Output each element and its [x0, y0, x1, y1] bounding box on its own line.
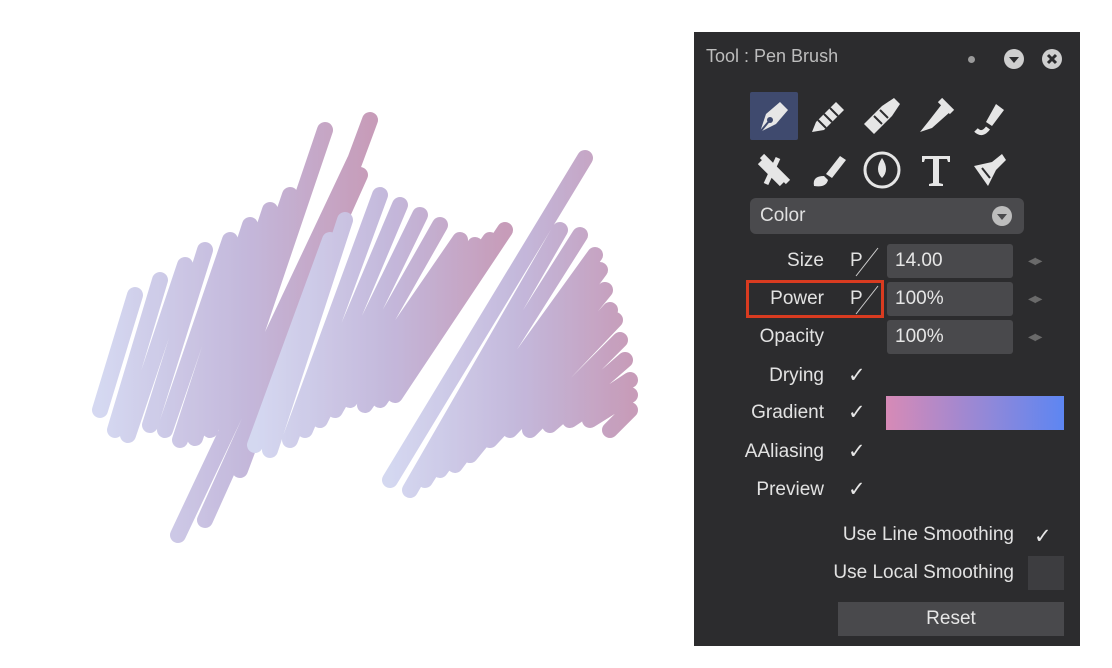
drying-checkbox[interactable]: ✓ [848, 363, 866, 388]
tool-pen-nib[interactable] [750, 92, 798, 140]
gradient-checkbox[interactable]: ✓ [848, 400, 866, 425]
collapse-button[interactable] [1004, 49, 1024, 69]
close-icon [1046, 53, 1058, 65]
chevron-down-icon [1009, 57, 1019, 63]
paint-brush-icon [813, 156, 846, 187]
tool-brush-stroke[interactable] [966, 92, 1014, 140]
size-label: Size [787, 250, 824, 271]
felt-pen-icon [920, 97, 955, 132]
size-field[interactable]: 14.00 [887, 244, 1013, 278]
line-smoothing-label: Use Line Smoothing [842, 524, 1014, 545]
mode-dropdown[interactable]: Color [750, 198, 1024, 234]
antialiasing-label: AAliasing [744, 441, 824, 462]
power-value: 100% [895, 288, 944, 309]
pencil-icon [812, 102, 844, 132]
tool-panel: Tool : Pen Brush Color Size P 14.00 ◀▶ P… [694, 32, 1080, 646]
opacity-stepper[interactable]: ◀▶ [1028, 332, 1042, 343]
panel-status-dot [968, 56, 975, 63]
mode-dropdown-value: Color [760, 205, 806, 226]
opacity-field[interactable]: 100% [887, 320, 1013, 354]
preview-checkbox[interactable]: ✓ [848, 477, 866, 502]
line-smoothing-checkbox[interactable]: ✓ [1034, 524, 1052, 549]
tool-pencil[interactable] [804, 92, 852, 140]
local-smoothing-label: Use Local Smoothing [833, 562, 1014, 583]
tool-smudge[interactable] [966, 146, 1014, 194]
gradient-label: Gradient [751, 402, 824, 423]
close-button[interactable] [1042, 49, 1062, 69]
reset-button[interactable]: Reset [838, 602, 1064, 636]
drying-label: Drying [769, 365, 824, 386]
chevron-down-icon [992, 206, 1012, 226]
text-icon [922, 156, 950, 186]
size-value: 14.00 [895, 250, 943, 271]
panel-title: Tool : Pen Brush [706, 46, 839, 66]
smudge-icon [974, 154, 1006, 186]
gradient-color-bar[interactable] [886, 396, 1064, 430]
tool-eraser[interactable] [750, 146, 798, 194]
power-highlight-box [746, 280, 884, 318]
tool-marker[interactable] [858, 92, 906, 140]
size-pressure-toggle[interactable]: P [842, 244, 882, 278]
power-field[interactable]: 100% [887, 282, 1013, 316]
tool-water[interactable] [858, 146, 906, 194]
preview-label: Preview [756, 479, 824, 500]
local-smoothing-checkbox[interactable] [1028, 556, 1064, 590]
pen-nib-icon [759, 102, 788, 133]
opacity-label: Opacity [759, 326, 824, 347]
size-stepper[interactable]: ◀▶ [1028, 256, 1042, 267]
tool-paint-brush[interactable] [804, 146, 852, 194]
tool-felt-pen[interactable] [912, 92, 960, 140]
brush-stroke-icon [974, 104, 1004, 136]
water-drop-icon [863, 151, 901, 189]
opacity-value: 100% [895, 326, 944, 347]
scribble-strokes [92, 112, 638, 543]
marker-icon [864, 98, 900, 134]
tool-text[interactable] [912, 146, 960, 194]
eraser-icon [757, 153, 791, 187]
power-stepper[interactable]: ◀▶ [1028, 294, 1042, 305]
drawing-canvas[interactable] [0, 0, 694, 668]
antialiasing-checkbox[interactable]: ✓ [848, 439, 866, 464]
reset-label: Reset [926, 608, 976, 629]
